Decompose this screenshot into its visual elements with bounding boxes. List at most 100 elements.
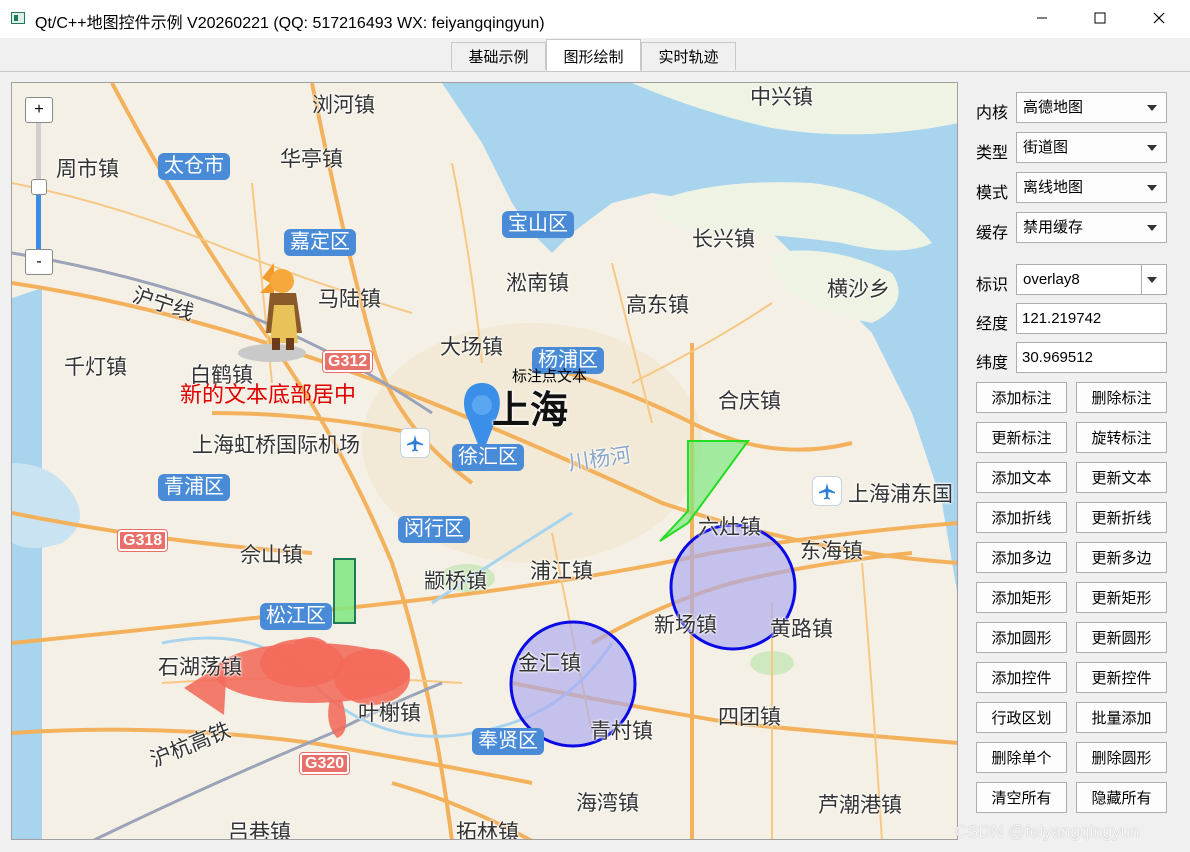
map-view[interactable]: 浏河镇 中兴镇 周市镇 太仓市 华亭镇 宝山区 长兴镇 嘉定区 淞南镇 横沙乡 … <box>11 82 958 840</box>
overlay-text: 新的文本底部居中 <box>180 382 357 407</box>
clear-all-button[interactable]: 清空所有 <box>976 782 1067 813</box>
place-label: 华亭镇 <box>280 148 343 171</box>
hide-all-button[interactable]: 隐藏所有 <box>1076 782 1167 813</box>
kernel-value: 高德地图 <box>1023 99 1084 116</box>
place-label: 新场镇 <box>654 614 717 637</box>
place-label: 浦江镇 <box>530 560 593 583</box>
place-label: 石湖荡镇 <box>158 656 242 679</box>
cache-label: 缓存 <box>976 225 1009 242</box>
cache-value: 禁用缓存 <box>1023 219 1084 236</box>
district-label: 嘉定区 <box>284 229 356 256</box>
update-rectangle-button[interactable]: 更新矩形 <box>1076 582 1167 613</box>
delete-circle-button[interactable]: 删除圆形 <box>1076 742 1167 773</box>
mode-label: 模式 <box>976 185 1009 202</box>
district-label: 徐汇区 <box>452 444 524 471</box>
district-label: 太仓市 <box>158 153 230 180</box>
kernel-select[interactable]: 高德地图 <box>1016 92 1167 123</box>
update-marker-button[interactable]: 更新标注 <box>976 422 1067 453</box>
update-circle-button[interactable]: 更新圆形 <box>1076 622 1167 653</box>
add-marker-button[interactable]: 添加标注 <box>976 382 1067 413</box>
tab-pane-border <box>0 71 1190 72</box>
update-polygon-button[interactable]: 更新多边 <box>1076 542 1167 573</box>
place-label: 淞南镇 <box>506 272 569 295</box>
place-label: 颛桥镇 <box>424 570 487 593</box>
place-label: 海湾镇 <box>576 792 639 815</box>
zoom-out-button[interactable]: - <box>25 249 53 275</box>
type-select[interactable]: 街道图 <box>1016 132 1167 163</box>
place-label: 横沙乡 <box>827 278 890 301</box>
place-label: 合庆镇 <box>718 390 781 413</box>
chevron-down-icon <box>1147 225 1157 231</box>
tab-shape-drawing[interactable]: 图形绘制 <box>546 39 641 72</box>
highway-shield: G312 <box>321 350 374 373</box>
place-label: 大场镇 <box>440 336 503 359</box>
update-polyline-button[interactable]: 更新折线 <box>1076 502 1167 533</box>
place-label: 上海浦东国 <box>848 483 953 506</box>
district-label: 闵行区 <box>398 516 470 543</box>
app-icon <box>11 12 25 24</box>
update-widget-button[interactable]: 更新控件 <box>1076 662 1167 693</box>
title-bar: Qt/C++地图控件示例 V20260221 (QQ: 517216493 WX… <box>0 0 1190 38</box>
latitude-label: 纬度 <box>976 355 1009 372</box>
close-icon <box>1153 12 1165 24</box>
tab-realtime-track[interactable]: 实时轨迹 <box>641 42 736 70</box>
add-polyline-button[interactable]: 添加折线 <box>976 502 1067 533</box>
add-circle-button[interactable]: 添加圆形 <box>976 622 1067 653</box>
place-label: 六灶镇 <box>698 516 761 539</box>
chevron-down-icon[interactable] <box>1147 277 1157 283</box>
place-label: 四团镇 <box>718 706 781 729</box>
cache-select[interactable]: 禁用缓存 <box>1016 212 1167 243</box>
longitude-input[interactable]: 121.219742 <box>1016 303 1167 334</box>
tab-basic-example[interactable]: 基础示例 <box>451 42 546 70</box>
place-label: 浏河镇 <box>312 94 375 117</box>
admin-division-button[interactable]: 行政区划 <box>976 702 1067 733</box>
maximize-button[interactable] <box>1071 0 1129 36</box>
delete-marker-button[interactable]: 删除标注 <box>1076 382 1167 413</box>
delete-single-button[interactable]: 删除单个 <box>976 742 1067 773</box>
place-label: 拓林镇 <box>456 821 519 840</box>
add-polygon-button[interactable]: 添加多边 <box>976 542 1067 573</box>
place-label: 周市镇 <box>56 158 119 181</box>
marker-label: 标注点文本 <box>512 368 588 385</box>
place-label: 马陆镇 <box>318 288 381 311</box>
combo-separator <box>1141 265 1142 294</box>
district-label: 青浦区 <box>158 474 230 501</box>
mode-select[interactable]: 离线地图 <box>1016 172 1167 203</box>
place-label: 青村镇 <box>590 720 653 743</box>
maximize-icon <box>1094 12 1106 24</box>
place-label: 东海镇 <box>800 540 863 563</box>
place-label: 千灯镇 <box>64 356 127 379</box>
minimize-icon <box>1037 17 1047 19</box>
watermark: CSDN @feiyangqingyun <box>955 822 1140 841</box>
zoom-slider-track-upper <box>36 123 41 185</box>
place-label: 上海虹桥国际机场 <box>192 434 360 457</box>
update-text-button[interactable]: 更新文本 <box>1076 462 1167 493</box>
kernel-label: 内核 <box>976 105 1009 122</box>
add-text-button[interactable]: 添加文本 <box>976 462 1067 493</box>
longitude-label: 经度 <box>976 316 1009 333</box>
city-label: 上海 <box>492 390 569 432</box>
add-widget-button[interactable]: 添加控件 <box>976 662 1067 693</box>
zoom-in-button[interactable]: + <box>25 97 53 123</box>
place-label: 长兴镇 <box>692 228 755 251</box>
type-label: 类型 <box>976 145 1009 162</box>
highway-shield: G318 <box>116 529 169 552</box>
chevron-down-icon <box>1147 185 1157 191</box>
minimize-button[interactable] <box>1013 0 1071 36</box>
chevron-down-icon <box>1147 145 1157 151</box>
latitude-input[interactable]: 30.969512 <box>1016 342 1167 373</box>
district-label: 奉贤区 <box>472 728 544 755</box>
rotate-marker-button[interactable]: 旋转标注 <box>1076 422 1167 453</box>
mode-value: 离线地图 <box>1023 179 1084 196</box>
place-label: 中兴镇 <box>750 86 813 109</box>
marker-id-select[interactable]: overlay8 <box>1016 264 1167 295</box>
place-label: 佘山镇 <box>240 544 303 567</box>
batch-add-button[interactable]: 批量添加 <box>1076 702 1167 733</box>
marker-id-value[interactable]: overlay8 <box>1023 271 1080 288</box>
close-button[interactable] <box>1130 0 1188 36</box>
type-value: 街道图 <box>1023 139 1069 156</box>
add-rectangle-button[interactable]: 添加矩形 <box>976 582 1067 613</box>
zoom-slider-handle[interactable] <box>31 179 47 195</box>
place-label: 黄路镇 <box>770 618 833 641</box>
district-label: 松江区 <box>260 603 332 630</box>
